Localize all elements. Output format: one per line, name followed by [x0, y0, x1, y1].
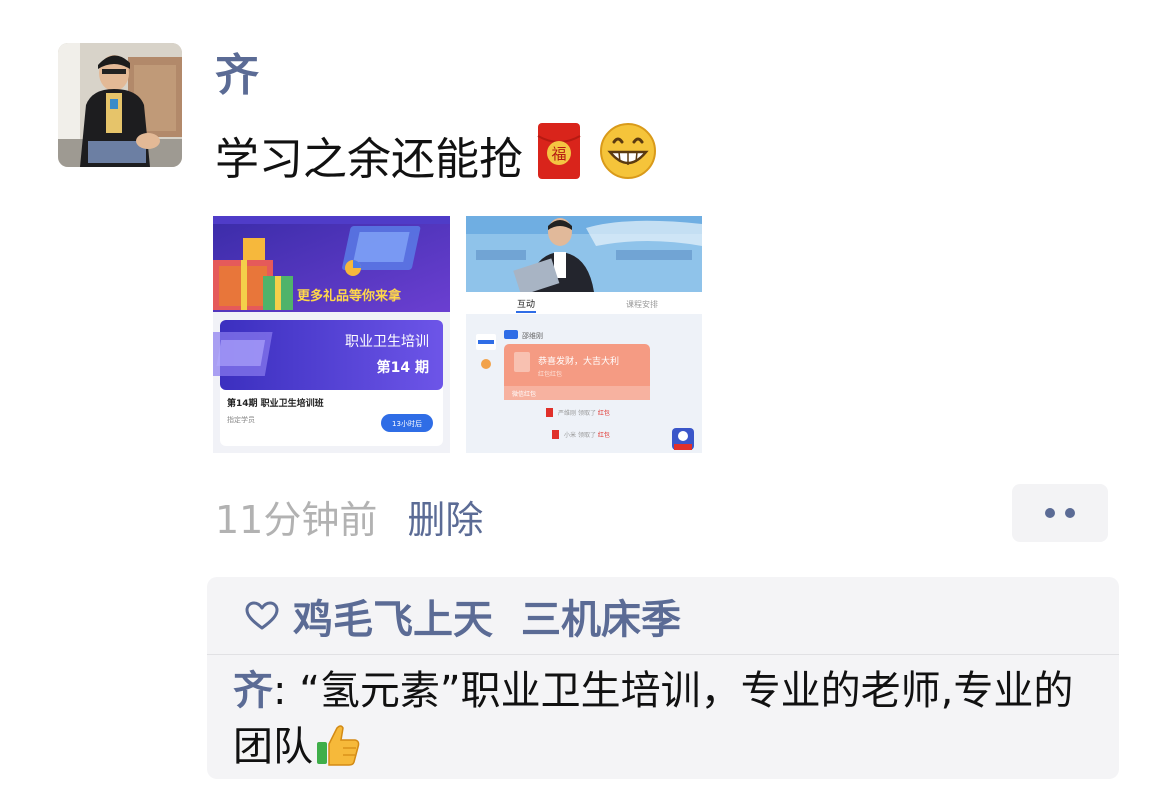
avatar[interactable] [58, 43, 182, 167]
more-dot-icon [1065, 508, 1075, 518]
post-time: 11分钟前 [215, 497, 378, 542]
right-log1-name: 严维刚 [558, 409, 576, 417]
likes-row: 鸡毛飞上天 三机床季 [207, 577, 1119, 655]
left-course-name: 第14期 职业卫生培训班 [227, 397, 324, 409]
heart-icon [245, 601, 279, 629]
right-log2-name: 小米 [564, 431, 576, 439]
right-tab-other: 课程安排 [626, 299, 658, 309]
post-image-1[interactable]: 更多礼品等你来拿 职业卫生培训 第14 期 第14期 职业卫生培训班 指定学员 … [213, 216, 450, 453]
post-author[interactable]: 齐 [215, 48, 259, 104]
delete-link[interactable]: 删除 [407, 489, 483, 544]
red-envelope-icon: 福 [537, 122, 581, 197]
right-log2-action: 领取了 [578, 431, 596, 439]
like-user[interactable]: 三机床季 [521, 597, 681, 643]
like-user[interactable]: 鸡毛飞上天 [293, 597, 493, 643]
right-log2-item: 红包 [598, 431, 610, 439]
right-log1-action: 领取了 [578, 409, 596, 417]
red-envelope-char: 福 [551, 145, 566, 163]
post-image-2[interactable]: 互动 课程安排 邵维刚 恭喜发财，大吉大利 红包红包 微信红包 严维刚 领取了 … [466, 216, 702, 453]
post-text: 学习之余还能抢 福 [215, 122, 657, 197]
svg-text:严维刚 领取了 红包: 严维刚 领取了 红包 [558, 409, 610, 417]
left-course-button: 13小时后 [392, 419, 422, 428]
left-banner-text: 更多礼品等你来拿 [297, 288, 402, 304]
right-log1-item: 红包 [598, 409, 610, 417]
right-envelope-footer: 微信红包 [512, 390, 536, 398]
right-tab-active: 互动 [517, 299, 535, 310]
grinning-face-icon [599, 122, 657, 197]
post-meta: 11分钟前 删除 [215, 488, 483, 544]
right-envelope-greeting: 恭喜发财，大吉大利 [538, 355, 619, 367]
post-image-1-content: 更多礼品等你来拿 职业卫生培训 第14 期 第14期 职业卫生培训班 指定学员 … [213, 216, 450, 453]
like-names: 鸡毛飞上天 三机床季 [293, 587, 681, 645]
comment-author[interactable]: 齐 [233, 668, 273, 714]
left-card-issue: 第14 期 [377, 359, 429, 376]
comment-separator: : [273, 668, 300, 714]
thumbs-up-icon [315, 722, 361, 783]
avatar-photo [58, 43, 182, 167]
right-envelope-sub: 红包红包 [538, 370, 562, 378]
likes-comments-panel: 鸡毛飞上天 三机床季 齐: “氢元素”职业卫生培训，专业的老师,专业的团队 [207, 577, 1119, 779]
svg-text:小米 领取了 红包: 小米 领取了 红包 [564, 431, 610, 439]
post-image-2-content: 互动 课程安排 邵维刚 恭喜发财，大吉大利 红包红包 微信红包 严维刚 领取了 … [466, 216, 702, 453]
right-sender: 邵维刚 [522, 331, 543, 340]
more-dot-icon [1045, 508, 1055, 518]
left-card-title: 职业卫生培训 [345, 334, 429, 350]
comment-item[interactable]: 齐: “氢元素”职业卫生培训，专业的老师,专业的团队 [207, 655, 1119, 783]
left-course-sub: 指定学员 [227, 415, 255, 424]
post-text-content: 学习之余还能抢 [215, 133, 523, 185]
more-actions-button[interactable] [1012, 484, 1108, 542]
